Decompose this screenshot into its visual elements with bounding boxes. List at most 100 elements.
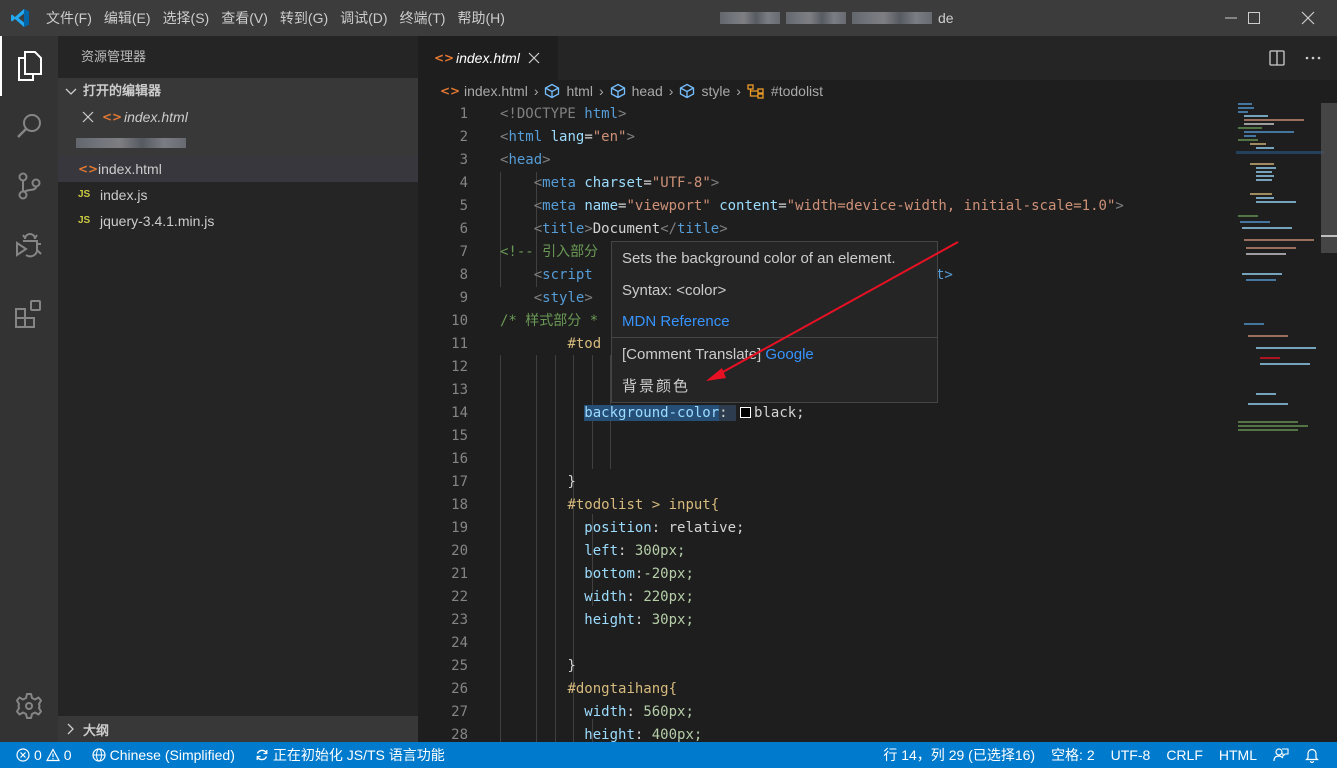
workspace-folder-header[interactable]	[58, 130, 418, 156]
redacted-text	[720, 12, 780, 24]
problems-status[interactable]: 0 0	[0, 742, 80, 768]
code-token: left	[584, 543, 619, 559]
encoding-status[interactable]: UTF-8	[1103, 742, 1159, 768]
hover-syntax: Syntax: <color>	[622, 282, 727, 299]
code-line: 15	[418, 425, 1228, 448]
maximize-button[interactable]	[1231, 0, 1277, 36]
vscode-logo-icon	[0, 0, 40, 36]
close-tab-icon[interactable]	[528, 52, 540, 64]
menu-selection[interactable]: 选择(S)	[157, 0, 216, 36]
split-editor-button[interactable]	[1259, 36, 1295, 80]
comment-translate-row: [Comment Translate] Google	[622, 346, 814, 363]
outline-section-header[interactable]: 大纲	[58, 716, 418, 742]
maximize-icon	[1248, 12, 1260, 24]
google-translate-link[interactable]: Google	[765, 346, 813, 363]
breadcrumb-item-style[interactable]: style	[679, 83, 730, 99]
close-editor-icon[interactable]	[82, 111, 94, 123]
menu-help[interactable]: 帮助(H)	[451, 0, 510, 36]
language-pack-status[interactable]: Chinese (Simplified)	[84, 742, 243, 768]
indentation-status[interactable]: 空格: 2	[1043, 742, 1103, 768]
code-line: 1 <!DOCTYPE html>	[418, 103, 1228, 126]
window-title: de	[720, 0, 954, 36]
menu-terminal[interactable]: 终端(T)	[394, 0, 452, 36]
menu-go[interactable]: 转到(G)	[274, 0, 334, 36]
color-swatch[interactable]	[740, 407, 752, 418]
breadcrumb-item-selector[interactable]: #todolist	[747, 83, 823, 99]
breadcrumb-item-html[interactable]: html	[544, 83, 593, 99]
eol-status[interactable]: CRLF	[1158, 742, 1211, 768]
chevron-right-icon	[67, 723, 74, 735]
open-editor-item[interactable]: <> index.html	[58, 104, 418, 130]
code-line: 22 width: 220px;	[418, 586, 1228, 609]
breadcrumb: <> index.html › html › head › style › #to…	[418, 80, 1337, 102]
menu-view[interactable]: 查看(V)	[215, 0, 274, 36]
feedback-icon	[1273, 748, 1289, 762]
line-number: 17	[451, 474, 468, 490]
status-bar: 0 0 Chinese (Simplified) 正在初始化 JS/TS 语言功…	[0, 742, 1337, 768]
code-token: <!DOCTYPE	[500, 106, 576, 122]
code-line: 28 height: 400px;	[418, 724, 1228, 743]
menu-edit[interactable]: 编辑(E)	[98, 0, 157, 36]
activity-manage[interactable]	[0, 676, 58, 736]
activity-explorer[interactable]	[0, 36, 58, 96]
editor-scrollbar[interactable]	[1321, 103, 1337, 253]
close-icon	[1301, 11, 1315, 25]
title-bar: 文件(F) 编辑(E) 选择(S) 查看(V) 转到(G) 调试(D) 终端(T…	[0, 0, 1337, 36]
code-line: 6 <title>Document</title>	[418, 218, 1228, 241]
code-editor[interactable]: 1 <!DOCTYPE html> 2 <html lang="en"> 3 <hea…	[418, 103, 1228, 743]
code-line: 23 height: 30px;	[418, 609, 1228, 632]
html-file-icon: <>	[78, 162, 99, 176]
outline-label: 大纲	[83, 722, 110, 738]
line-number: 15	[451, 428, 468, 444]
feedback-button[interactable]	[1265, 742, 1297, 768]
code-line: 24	[418, 632, 1228, 655]
notifications-button[interactable]	[1297, 742, 1337, 768]
html-file-icon: <>	[102, 110, 123, 124]
minimap[interactable]	[1236, 103, 1324, 743]
selected-token: background-color	[584, 405, 720, 421]
breadcrumb-item-head[interactable]: head	[610, 83, 663, 99]
chevron-right-icon: ›	[736, 83, 741, 99]
mdn-reference-link[interactable]: MDN Reference	[622, 313, 730, 330]
hover-tooltip: Sets the background color of an element.…	[611, 241, 938, 403]
activity-debug[interactable]	[0, 216, 58, 276]
menu-file[interactable]: 文件(F)	[40, 0, 98, 36]
breadcrumb-label: style	[701, 83, 731, 99]
activity-source-control[interactable]	[0, 156, 58, 216]
error-count: 0	[34, 747, 42, 763]
line-number: 4	[459, 175, 468, 191]
menu-debug[interactable]: 调试(D)	[334, 0, 393, 36]
comment-translate-prefix: [Comment Translate]	[622, 346, 762, 363]
html-file-icon: <>	[434, 51, 455, 65]
file-item-jquery[interactable]: JS jquery-3.4.1.min.js	[58, 208, 418, 234]
open-editors-header[interactable]: 打开的编辑器	[58, 78, 418, 104]
close-window-button[interactable]	[1285, 0, 1331, 36]
activity-extensions[interactable]	[0, 284, 58, 344]
bell-icon	[1305, 748, 1319, 763]
file-item-index-js[interactable]: JS index.js	[58, 182, 418, 208]
line-number: 1	[459, 106, 468, 122]
cursor-position[interactable]: 行 14，列 29 (已选择16)	[875, 742, 1043, 768]
cube-icon	[545, 83, 560, 99]
globe-icon	[91, 748, 106, 762]
hover-divider	[612, 337, 937, 338]
language-mode-status[interactable]: HTML	[1211, 742, 1265, 768]
code-token: bottom	[584, 566, 635, 582]
code-token: meta	[542, 198, 576, 214]
code-token: height	[584, 727, 635, 743]
code-token: relative;	[668, 520, 745, 536]
code-token: script	[542, 267, 593, 283]
code-line: 18 #todolist > input{	[418, 494, 1228, 517]
code-token: black;	[754, 405, 805, 421]
tab-index-html[interactable]: <> index.html	[418, 36, 558, 80]
language-pack-label: Chinese (Simplified)	[109, 747, 235, 763]
code-token: width	[584, 589, 627, 605]
source-control-icon	[18, 172, 41, 200]
code-token: #dongtaihang{	[567, 681, 678, 697]
code-line: 19 position: relative;	[418, 517, 1228, 540]
breadcrumb-item-file[interactable]: <> index.html	[440, 83, 528, 99]
more-actions-button[interactable]	[1295, 36, 1331, 80]
file-item-index-html[interactable]: <> index.html	[58, 156, 418, 182]
activity-search[interactable]	[0, 96, 58, 156]
selector-icon	[747, 84, 764, 99]
